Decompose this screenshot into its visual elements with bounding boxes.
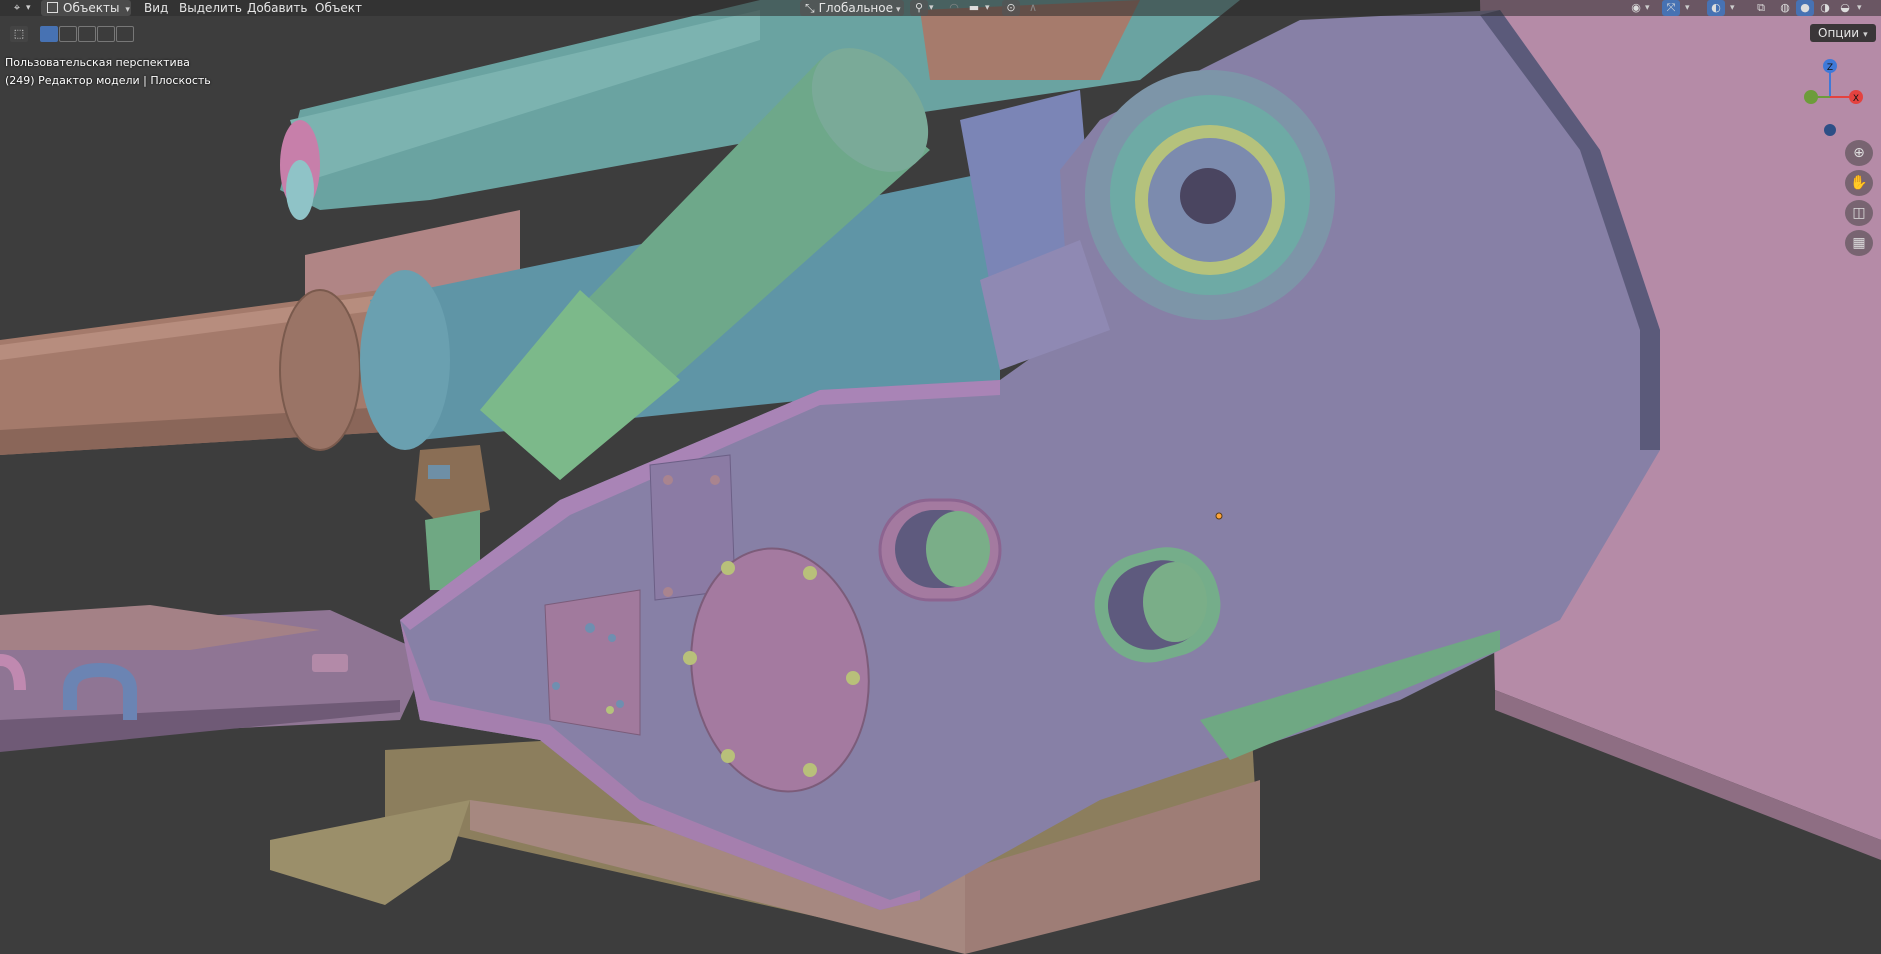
solid-shading-icon[interactable]: ●	[1796, 0, 1814, 16]
menu-add[interactable]: Добавить	[247, 0, 307, 16]
3d-viewport[interactable]	[0, 0, 1881, 954]
chevron-down-icon: ▾	[1863, 30, 1868, 40]
chevron-down-icon: ▾	[26, 3, 31, 13]
select-mode-new-icon[interactable]	[40, 26, 58, 42]
xray-icon[interactable]: ⧉	[1752, 0, 1770, 16]
gizmo-z-label: Z	[1827, 63, 1833, 73]
viewport-perspective-label: Пользовательская перспектива	[5, 56, 190, 69]
select-mode-invert-icon[interactable]	[97, 26, 115, 42]
object-mode-icon	[47, 2, 58, 13]
zoom-icon[interactable]: ⊕	[1845, 140, 1873, 166]
options-label: Опции	[1818, 26, 1860, 40]
overlay-icon[interactable]: ◐	[1707, 0, 1725, 16]
menu-select[interactable]: Выделить	[179, 0, 242, 16]
viewport-context-label: (249) Редактор модели | Плоскость	[5, 74, 211, 87]
menu-object[interactable]: Объект	[315, 0, 362, 16]
proportional-edit-icon[interactable]: ⊙	[1002, 0, 1020, 16]
gizmo-x-label: X	[1853, 94, 1859, 104]
select-box-icon[interactable]: ⬚	[10, 26, 28, 42]
transform-orientation-icon: ⤡	[805, 1, 815, 15]
select-mode-extend-icon[interactable]	[59, 26, 77, 42]
mode-label: Объекты	[63, 1, 120, 15]
menu-view[interactable]: Вид	[144, 0, 168, 16]
camera-icon[interactable]: ◫	[1845, 200, 1873, 226]
chevron-down-icon: ▾	[125, 5, 130, 15]
snap-target-icon[interactable]: ▬	[965, 0, 983, 16]
gizmo-icon[interactable]: ⤧	[1662, 0, 1680, 16]
select-mode-group	[40, 26, 134, 42]
select-mode-subtract-icon[interactable]	[78, 26, 96, 42]
gizmo-y-label: Y	[1807, 94, 1814, 104]
chevron-down-icon: ▾	[1730, 3, 1735, 13]
chevron-down-icon: ▾	[1685, 3, 1690, 13]
navigation-gizmo[interactable]: Z X Y	[1790, 50, 1870, 140]
3d-cursor	[1215, 512, 1223, 520]
pivot-icon[interactable]: ⚲	[910, 0, 928, 16]
select-mode-intersect-icon[interactable]	[116, 26, 134, 42]
transform-orientation-label: Глобальное	[818, 1, 894, 15]
hand-icon[interactable]: ✋	[1845, 170, 1873, 196]
chevron-down-icon: ▾	[896, 5, 901, 15]
visibility-icon[interactable]: ◉	[1627, 0, 1645, 16]
snap-icon[interactable]: ◠	[945, 0, 963, 16]
rendered-shading-icon[interactable]: ◒	[1836, 0, 1854, 16]
material-shading-icon[interactable]: ◑	[1816, 0, 1834, 16]
transform-orientation-dropdown[interactable]: ⤡ Глобальное ▾	[800, 0, 904, 16]
grid-icon[interactable]: ▦	[1845, 230, 1873, 256]
mode-dropdown[interactable]: Объекты ▾	[41, 0, 131, 16]
editor-type-icon[interactable]: ⌖	[8, 0, 26, 16]
chevron-down-icon: ▾	[1645, 3, 1650, 13]
chevron-down-icon: ▾	[929, 3, 934, 13]
falloff-icon[interactable]: ∧	[1024, 0, 1042, 16]
wireframe-shading-icon[interactable]: ◍	[1776, 0, 1794, 16]
chevron-down-icon: ▾	[1857, 3, 1862, 13]
chevron-down-icon: ▾	[985, 3, 990, 13]
options-dropdown[interactable]: Опции ▾	[1810, 24, 1876, 42]
viewport-header: ⌖ ▾ Объекты ▾ Вид Выделить Добавить Объек…	[0, 0, 1881, 16]
